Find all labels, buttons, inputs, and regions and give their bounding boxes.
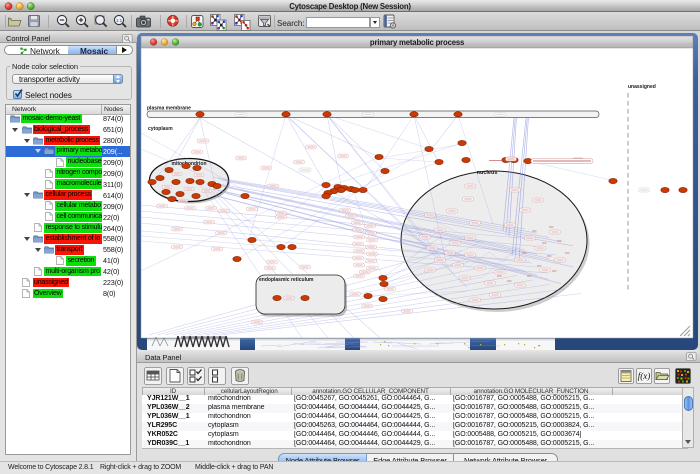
svg-text:plasma membrane: plasma membrane [147, 106, 191, 112]
svg-text:f(x): f(x) [638, 371, 651, 381]
svg-text:unassigned: unassigned [628, 84, 656, 90]
svg-text:cytoplasm: cytoplasm [148, 126, 173, 132]
svg-text:Search:: Search: [277, 19, 305, 28]
svg-text:primary metabolic process: primary metabolic process [370, 38, 465, 47]
svg-text:1:1: 1:1 [116, 18, 123, 23]
svg-text:nucleus: nucleus [477, 170, 498, 176]
svg-text:endoplasmic reticulum: endoplasmic reticulum [259, 277, 314, 283]
